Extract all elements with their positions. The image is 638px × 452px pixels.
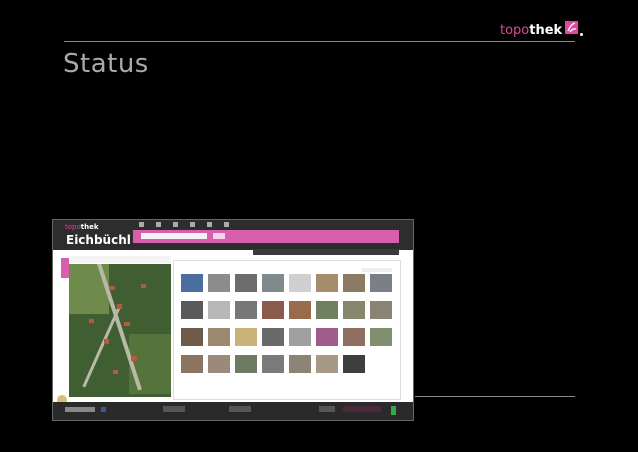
photo-thumbnail[interactable]: [235, 355, 257, 373]
screenshot-footer-text: [229, 406, 251, 412]
photo-thumbnail[interactable]: [208, 328, 230, 346]
screenshot-place-name: Eichbüchl: [66, 233, 131, 247]
photo-thumbnail[interactable]: [289, 301, 311, 319]
screenshot-footer: [53, 402, 413, 420]
photo-thumbnail[interactable]: [370, 301, 392, 319]
photo-thumbnail[interactable]: [316, 274, 338, 292]
photo-thumbnail[interactable]: [208, 355, 230, 373]
screenshot-toolbar-icons: [139, 222, 269, 228]
screenshot-footer-logo: [65, 407, 95, 412]
photo-thumbnail[interactable]: [262, 328, 284, 346]
photo-thumbnail[interactable]: [181, 301, 203, 319]
gallery-icon: [156, 222, 161, 227]
photo-thumbnail[interactable]: [262, 355, 284, 373]
photo-thumbnail[interactable]: [343, 355, 365, 373]
screenshot-footer-text: [343, 406, 381, 412]
screenshot-footer-badge: [391, 406, 396, 415]
facebook-icon: [101, 407, 106, 412]
photo-thumbnail[interactable]: [316, 328, 338, 346]
star-icon: [173, 222, 178, 227]
logo-text-thek: thek: [529, 22, 563, 38]
photo-thumbnail[interactable]: [262, 301, 284, 319]
top-divider: [64, 41, 575, 42]
screenshot-header: topothek Eichbüchl: [53, 220, 413, 250]
bottom-divider: [415, 396, 575, 397]
screenshot-search-bar: [133, 230, 399, 243]
photo-thumbnail[interactable]: [370, 274, 392, 292]
photo-thumbnail[interactable]: [235, 301, 257, 319]
photo-thumbnail[interactable]: [235, 274, 257, 292]
topothek-logo: topo thek: [500, 20, 584, 40]
photo-thumbnail[interactable]: [343, 328, 365, 346]
screenshot-map-toolbar: [69, 256, 171, 263]
embedded-screenshot: topothek Eichbüchl: [52, 219, 414, 421]
screenshot-side-tab: [61, 258, 69, 278]
filter-icon: [190, 222, 195, 227]
photo-thumbnail[interactable]: [316, 301, 338, 319]
settings-icon: [224, 222, 229, 227]
logo-text-topo: topo: [500, 22, 530, 38]
screenshot-search-input: [141, 233, 207, 239]
screenshot-brand-thek: thek: [80, 223, 99, 231]
screenshot-footer-text: [163, 406, 185, 412]
screenshot-brand-topo: topo: [65, 223, 81, 231]
screenshot-search-button: [213, 233, 225, 239]
photo-thumbnail[interactable]: [370, 328, 392, 346]
photo-thumbnail[interactable]: [343, 274, 365, 292]
screenshot-footer-text: [319, 406, 335, 412]
photo-thumbnail[interactable]: [289, 355, 311, 373]
screenshot-sort-control: [362, 268, 392, 272]
photo-thumbnail[interactable]: [208, 301, 230, 319]
photo-thumbnail[interactable]: [181, 328, 203, 346]
photo-thumbnail[interactable]: [262, 274, 284, 292]
slide-title: Status: [63, 49, 149, 79]
logo-dot-icon: [580, 32, 584, 36]
screenshot-aerial-map: [69, 264, 171, 397]
photo-thumbnail[interactable]: [289, 274, 311, 292]
photo-thumbnail[interactable]: [208, 274, 230, 292]
screenshot-timeline: [253, 249, 399, 255]
photo-thumbnail[interactable]: [343, 301, 365, 319]
logo-mark-icon: [565, 20, 579, 34]
photo-thumbnail[interactable]: [316, 355, 338, 373]
photo-thumbnail[interactable]: [289, 328, 311, 346]
screenshot-brand: topothek: [65, 223, 99, 231]
photo-thumbnail[interactable]: [235, 328, 257, 346]
home-icon: [139, 222, 144, 227]
photo-thumbnail[interactable]: [181, 274, 203, 292]
photo-thumbnail[interactable]: [181, 355, 203, 373]
user-icon: [207, 222, 212, 227]
